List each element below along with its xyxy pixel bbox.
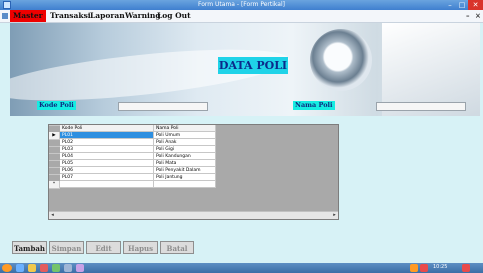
- close-button[interactable]: ✕: [468, 0, 483, 10]
- cell-nama[interactable]: Poli Penyakit Dalam: [154, 167, 216, 174]
- window-title: Form Utama - [Form Pertikal]: [198, 1, 285, 8]
- menu-bar: Master Transaksi Laporan Warning Log Out…: [0, 10, 483, 23]
- hapus-button[interactable]: Hapus: [123, 241, 158, 254]
- menu-warning[interactable]: Warning: [125, 10, 161, 22]
- minimize-button[interactable]: –: [444, 0, 456, 10]
- cell-kode[interactable]: [60, 181, 154, 188]
- app-icon-gray[interactable]: [64, 264, 72, 272]
- page-title: DATA POLI: [218, 57, 288, 74]
- browser-icon[interactable]: [16, 264, 24, 272]
- mdi-close-button[interactable]: ×: [475, 10, 481, 22]
- tray-icon[interactable]: [410, 264, 418, 272]
- kode-poli-input[interactable]: [118, 102, 208, 111]
- cell-kode[interactable]: PL07: [60, 174, 154, 181]
- cell-kode[interactable]: PL04: [60, 153, 154, 160]
- cell-nama[interactable]: Poli Umum: [154, 132, 216, 139]
- scroll-right-icon[interactable]: ▸: [331, 212, 338, 219]
- start-icon[interactable]: [2, 264, 12, 272]
- menu-transaksi[interactable]: Transaksi: [50, 10, 91, 22]
- cell-kode[interactable]: PL03: [60, 146, 154, 153]
- cell-nama[interactable]: Poli Kandungan: [154, 153, 216, 160]
- menu-master[interactable]: Master: [10, 10, 46, 22]
- menu-laporan[interactable]: Laporan: [90, 10, 125, 22]
- nama-poli-label: Nama Poli: [293, 101, 335, 110]
- row-selector[interactable]: [49, 160, 60, 161]
- cell-kode[interactable]: PL06: [60, 167, 154, 174]
- app-icon-purple[interactable]: [76, 264, 84, 272]
- maximize-button[interactable]: □: [456, 0, 468, 10]
- cell-kode[interactable]: PL01: [60, 132, 154, 139]
- row-selector[interactable]: [49, 139, 60, 140]
- cell-kode[interactable]: PL05: [60, 160, 154, 167]
- poli-data-grid[interactable]: Kode Poli Nama Poli ▶ PL01 Poli Umum PL0…: [48, 124, 339, 220]
- app-icon-green[interactable]: [52, 264, 60, 272]
- row-selector[interactable]: [49, 174, 60, 175]
- tambah-button[interactable]: Tambah: [12, 241, 47, 254]
- simpan-button[interactable]: Simpan: [49, 241, 84, 254]
- taskbar: 10:25: [0, 263, 483, 273]
- clock: 10:25: [433, 264, 448, 270]
- stethoscope-image: [310, 29, 372, 91]
- tray-icon-2[interactable]: [420, 264, 428, 272]
- batal-button[interactable]: Batal: [160, 241, 194, 254]
- menu-log-out[interactable]: Log Out: [157, 10, 191, 22]
- scroll-left-icon[interactable]: ◂: [49, 212, 56, 219]
- cell-nama[interactable]: Poli Mata: [154, 160, 216, 167]
- form-icon: [2, 13, 8, 19]
- row-selector[interactable]: [49, 167, 60, 168]
- cell-nama[interactable]: Poli Jantung: [154, 174, 216, 181]
- column-header-kode[interactable]: Kode Poli: [60, 125, 154, 132]
- nama-poli-input[interactable]: [376, 102, 466, 111]
- row-selector[interactable]: [49, 146, 60, 147]
- folder-icon[interactable]: [28, 264, 36, 272]
- window-title-bar: Form Utama - [Form Pertikal] – □ ✕: [0, 0, 483, 10]
- cell-nama[interactable]: Poli Anak: [154, 139, 216, 146]
- grid-corner: [49, 125, 60, 126]
- mdi-minimize-button[interactable]: –: [466, 10, 470, 22]
- cell-nama[interactable]: Poli Gigi: [154, 146, 216, 153]
- column-header-nama[interactable]: Nama Poli: [154, 125, 216, 132]
- cell-nama[interactable]: [154, 181, 216, 188]
- horizontal-scrollbar[interactable]: ◂ ▸: [49, 211, 338, 219]
- banner-wave-decoration: [10, 39, 292, 111]
- media-icon[interactable]: [40, 264, 48, 272]
- cell-kode[interactable]: PL02: [60, 139, 154, 146]
- edit-button[interactable]: Edit: [86, 241, 121, 254]
- kode-poli-label: Kode Poli: [37, 101, 76, 110]
- row-selector[interactable]: *: [49, 181, 60, 189]
- notification-icon[interactable]: [462, 264, 470, 272]
- row-selector[interactable]: [49, 153, 60, 154]
- grid-header: Kode Poli Nama Poli: [49, 125, 338, 132]
